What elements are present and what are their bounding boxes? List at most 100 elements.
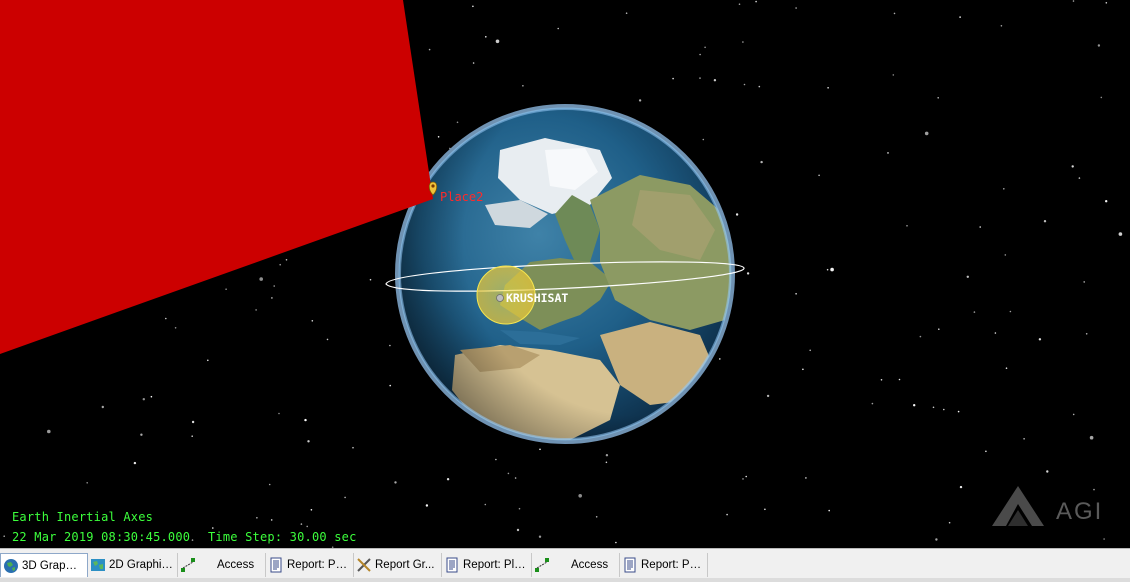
star (306, 525, 309, 528)
star (225, 288, 227, 291)
star (1118, 232, 1123, 236)
report-icon (268, 557, 287, 573)
star (704, 46, 706, 49)
tab-report-pla[interactable]: Report: Pla... (620, 553, 708, 577)
tab-report-pla[interactable]: Report: Pla... (442, 553, 532, 577)
star (937, 97, 939, 99)
star (1043, 220, 1047, 223)
star (472, 5, 474, 8)
star (1072, 0, 1075, 2)
star (892, 74, 895, 76)
star (742, 478, 744, 480)
star (906, 225, 908, 227)
star (311, 320, 314, 322)
tab-access[interactable]: Access (178, 553, 266, 577)
star (743, 83, 746, 86)
star (638, 99, 642, 102)
report-icon (444, 557, 463, 573)
star (259, 277, 264, 281)
star (472, 62, 475, 64)
3d-graphics-viewport[interactable]: Place2 KRUSHISAT Earth Inertial Axes 22 … (0, 0, 1130, 548)
star (165, 317, 167, 320)
star (174, 327, 177, 329)
star (326, 338, 329, 341)
tab-label: Report: Pla... (463, 559, 527, 571)
star (913, 404, 916, 407)
star (1105, 200, 1108, 203)
star (893, 12, 896, 15)
star (943, 408, 945, 411)
tab-report-pla[interactable]: Report: Pla... (266, 553, 354, 577)
star (726, 513, 728, 516)
tab-report-gr[interactable]: Report Gr... (354, 553, 442, 577)
star (802, 368, 804, 371)
star (1100, 96, 1103, 99)
star (742, 41, 744, 43)
star (344, 496, 346, 499)
star (191, 539, 194, 541)
star (932, 406, 935, 409)
tab-label: Access (217, 559, 255, 571)
scene-canvas[interactable]: Place2 KRUSHISAT (0, 0, 1130, 548)
star (985, 450, 987, 453)
star (142, 398, 145, 401)
star (191, 420, 195, 424)
star (273, 285, 276, 287)
star (539, 448, 541, 451)
star (827, 87, 829, 89)
star (702, 138, 705, 141)
tab-label: Report Gr... (375, 559, 435, 571)
star (514, 477, 517, 479)
star (270, 519, 273, 521)
time-step: Time Step: 30.00 sec (208, 530, 357, 544)
tab-2d-graphic[interactable]: 2D Graphic... (88, 553, 178, 577)
star (437, 136, 440, 138)
star (755, 0, 757, 3)
star (484, 503, 487, 506)
tab-label: 2D Graphic... (109, 559, 173, 571)
star (369, 278, 372, 281)
access-icon (180, 557, 199, 573)
star (101, 405, 105, 409)
satellite-marker[interactable] (496, 294, 504, 302)
star (352, 446, 354, 449)
star (758, 85, 761, 88)
star (191, 435, 193, 438)
star (735, 213, 739, 216)
star (605, 461, 608, 464)
star (959, 16, 961, 18)
star (304, 418, 307, 422)
star (278, 412, 280, 415)
star (595, 516, 598, 518)
place-label[interactable]: Place2 (440, 190, 483, 204)
tools-icon (356, 557, 375, 573)
earth-globe[interactable] (395, 104, 735, 444)
tabs-row: 3D Graphic... 2D Graphic... Access Report: … (0, 553, 708, 577)
star (699, 77, 701, 79)
star (3, 535, 5, 537)
satellite-label[interactable]: KRUSHISAT (506, 291, 568, 305)
star (150, 395, 153, 398)
sensor-cone (0, 0, 433, 354)
star (605, 454, 609, 457)
star (887, 152, 889, 154)
star (389, 344, 391, 347)
tab-3d-graphic[interactable]: 3D Graphic... (0, 553, 88, 577)
star (1078, 177, 1081, 179)
star (1009, 310, 1012, 313)
star (935, 538, 938, 541)
star (966, 275, 969, 278)
star (919, 335, 922, 338)
star (310, 509, 313, 511)
star (495, 39, 500, 44)
map-icon (90, 557, 109, 573)
star (766, 394, 770, 398)
star (699, 53, 701, 56)
scenario-time: 22 Mar 2019 08:30:45.000 (12, 530, 191, 544)
tab-access[interactable]: Access (532, 553, 620, 577)
status-strip (0, 578, 1130, 582)
star (760, 160, 763, 164)
access-icon (534, 557, 553, 573)
star (1103, 538, 1105, 540)
star (485, 36, 487, 38)
